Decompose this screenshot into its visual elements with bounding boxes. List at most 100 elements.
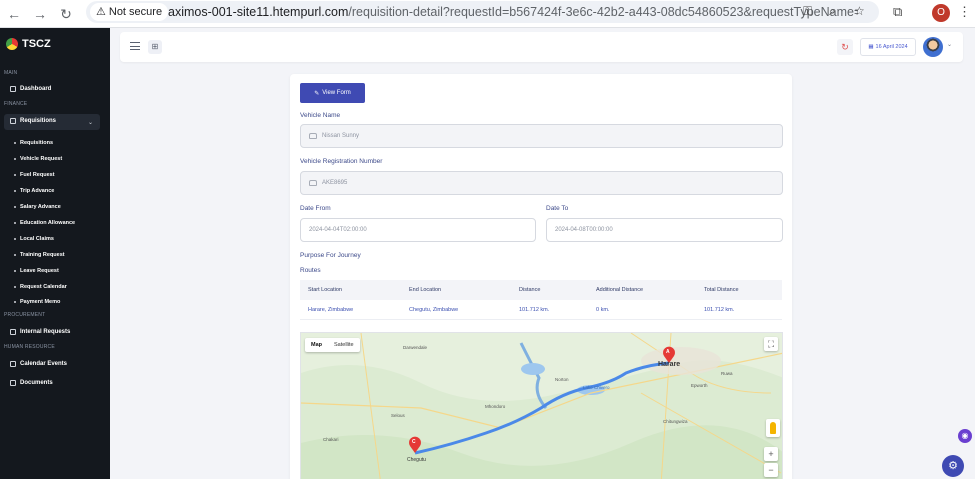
bookmark-star-icon[interactable]: ☆ — [854, 4, 865, 18]
sidebar-subitem-label: Trip Advance — [20, 188, 55, 194]
map-label-norton: Norton — [555, 377, 569, 382]
bullet-icon — [14, 142, 16, 144]
sidebar-subitem-local-claims[interactable]: Local Claims — [14, 236, 54, 242]
routes-table-header: Start Location End Location Distance Add… — [300, 280, 782, 300]
table-row: Harare, Zimbabwe Chegutu, Zimbabwe 101.7… — [300, 300, 782, 320]
url-text[interactable]: aximos-001-site11.htempurl.com/requisiti… — [168, 3, 858, 21]
fullscreen-icon[interactable]: ⛶ — [764, 337, 778, 351]
requisitions-icon — [10, 118, 16, 124]
bullet-icon — [14, 222, 16, 224]
apps-grid-icon[interactable]: ⊞ — [148, 40, 162, 54]
browser-toolbar: ← → ↻ ⚠ Not secure aximos-001-site11.hte… — [0, 0, 975, 28]
brand-name: TSCZ — [22, 38, 51, 50]
form-icon: ✎ — [314, 90, 320, 97]
sidebar: TSCZ MAIN Dashboard FINANCE Requisitions… — [0, 28, 110, 479]
view-form-button[interactable]: ✎ View Form — [300, 83, 365, 103]
sidebar-item-documents[interactable]: Documents — [10, 380, 53, 386]
sidebar-item-dashboard[interactable]: Dashboard — [10, 86, 51, 92]
section-main: MAIN — [4, 70, 18, 76]
cell-total-distance: 101.712 km. — [704, 307, 735, 313]
chevron-down-icon[interactable]: ⌄ — [947, 41, 952, 48]
bullet-icon — [14, 301, 16, 303]
zoom-out-icon[interactable]: − — [764, 463, 778, 477]
sidebar-item-internal-requests[interactable]: Internal Requests — [10, 329, 70, 335]
brand[interactable]: TSCZ — [6, 38, 51, 50]
purpose-label: Purpose For Journey — [300, 252, 361, 259]
date-to-label: Date To — [546, 205, 569, 212]
requisition-detail-card: ✎ View Form Vehicle Name Nissan Sunny Ve… — [290, 74, 792, 479]
dashboard-icon — [10, 86, 16, 92]
profile-avatar[interactable]: O — [932, 4, 950, 22]
col-additional-distance: Additional Distance — [596, 287, 644, 293]
map-type-satellite[interactable]: Satellite — [328, 338, 360, 352]
sidebar-subitem-label: Request Calendar — [20, 284, 67, 290]
sidebar-item-label: Internal Requests — [20, 329, 71, 335]
view-form-label: View Form — [322, 90, 351, 96]
menu-toggle-icon[interactable] — [130, 42, 140, 50]
sidebar-subitem-vehicle-request[interactable]: Vehicle Request — [14, 156, 62, 162]
bullet-icon — [14, 206, 16, 208]
sidebar-subitem-training-request[interactable]: Training Request — [14, 252, 65, 258]
map-type-map[interactable]: Map — [305, 338, 328, 352]
route-map[interactable]: A C Harare Chegutu Norton Lake Chivero M… — [300, 332, 783, 479]
map-label-mhondoro: Mhondoro — [485, 404, 506, 409]
user-avatar[interactable] — [923, 37, 943, 57]
marker-c-letter: C — [412, 439, 416, 445]
map-type-toggle[interactable]: Map Satellite — [305, 338, 360, 352]
marker-a-letter: A — [666, 349, 670, 355]
sidebar-item-label: Documents — [20, 380, 53, 386]
sidebar-item-requisitions-group[interactable]: Requisitions — [10, 118, 56, 124]
routes-label: Routes — [300, 267, 321, 274]
warning-icon: ⚠ — [96, 6, 106, 18]
refresh-icon[interactable]: ↻ — [837, 39, 853, 55]
map-label-chegutu: Chegutu — [407, 457, 426, 463]
documents-icon — [10, 380, 16, 386]
cell-end-location: Chegutu, Zimbabwe — [409, 307, 459, 313]
url-host: aximos-001-site11.htempurl.com — [168, 5, 349, 19]
settings-gear-icon[interactable]: ⚙ — [942, 455, 964, 477]
bullet-icon — [14, 174, 16, 176]
reload-icon[interactable]: ↻ — [56, 4, 76, 24]
street-view-pegman-icon[interactable] — [766, 419, 780, 437]
vehicle-name-value: Nissan Sunny — [322, 133, 360, 139]
sidebar-subitem-education-allowance[interactable]: Education Allowance — [14, 220, 75, 226]
browser-menu-icon[interactable]: ⋮ — [958, 4, 971, 20]
vehicle-name-field[interactable]: Nissan Sunny — [300, 124, 783, 148]
sidebar-subitem-trip-advance[interactable]: Trip Advance — [14, 188, 54, 194]
sidebar-subitem-leave-request[interactable]: Leave Request — [14, 268, 59, 274]
date-to-field[interactable]: 2024-04-08T00:00:00 — [546, 218, 783, 242]
sidebar-subitem-request-calendar[interactable]: Request Calendar — [14, 284, 67, 290]
map-label-lake-chivero: Lake Chivero — [583, 385, 610, 390]
col-end-location: End Location — [409, 287, 442, 293]
sidebar-subitem-requisitions[interactable]: Requisitions — [14, 140, 53, 146]
back-icon[interactable]: ← — [4, 4, 24, 24]
map-label-ruwa: Ruwa — [721, 371, 733, 376]
car-icon — [309, 133, 317, 139]
car-icon — [309, 180, 317, 186]
map-label-chakari: Chakari — [323, 437, 339, 442]
zoom-icon[interactable]: ⌕ — [829, 4, 836, 19]
extensions-icon[interactable]: ⧉ — [893, 4, 902, 20]
sidebar-subitem-label: Requisitions — [20, 140, 54, 146]
zoom-in-icon[interactable]: + — [764, 447, 778, 461]
sidebar-subitem-payment-memo[interactable]: Payment Memo — [14, 299, 60, 305]
map-label-chitungwiza: Chitungwiza — [663, 419, 688, 424]
sidebar-subitem-salary-advance[interactable]: Salary Advance — [14, 204, 61, 210]
top-header: ⊞ ↻ ▦ 16 April 2024 ⌄ — [120, 32, 963, 62]
address-bar[interactable]: ⚠ Not secure aximos-001-site11.htempurl.… — [86, 1, 879, 23]
password-key-icon[interactable]: ⚿ — [803, 4, 812, 19]
cell-distance: 101.712 km. — [519, 307, 550, 313]
sidebar-subitem-label: Payment Memo — [20, 299, 61, 305]
security-indicator[interactable]: ⚠ Not secure — [90, 3, 169, 21]
reg-number-field[interactable]: AKE8695 — [300, 171, 783, 195]
date-from-field[interactable]: 2024-04-04T02:00:00 — [300, 218, 536, 242]
chevron-down-icon[interactable]: ⌄ — [88, 119, 93, 126]
sidebar-subitem-fuel-request[interactable]: Fuel Request — [14, 172, 55, 178]
date-display[interactable]: ▦ 16 April 2024 — [860, 38, 916, 56]
section-human-resource: HUMAN RESOURCE — [4, 344, 55, 350]
sidebar-subitem-label: Fuel Request — [20, 172, 55, 178]
sidebar-item-calendar-events[interactable]: Calendar Events — [10, 361, 67, 367]
help-widget-icon[interactable]: ◉ — [958, 429, 972, 443]
sidebar-subitem-label: Leave Request — [20, 268, 59, 274]
forward-icon[interactable]: → — [30, 4, 50, 24]
